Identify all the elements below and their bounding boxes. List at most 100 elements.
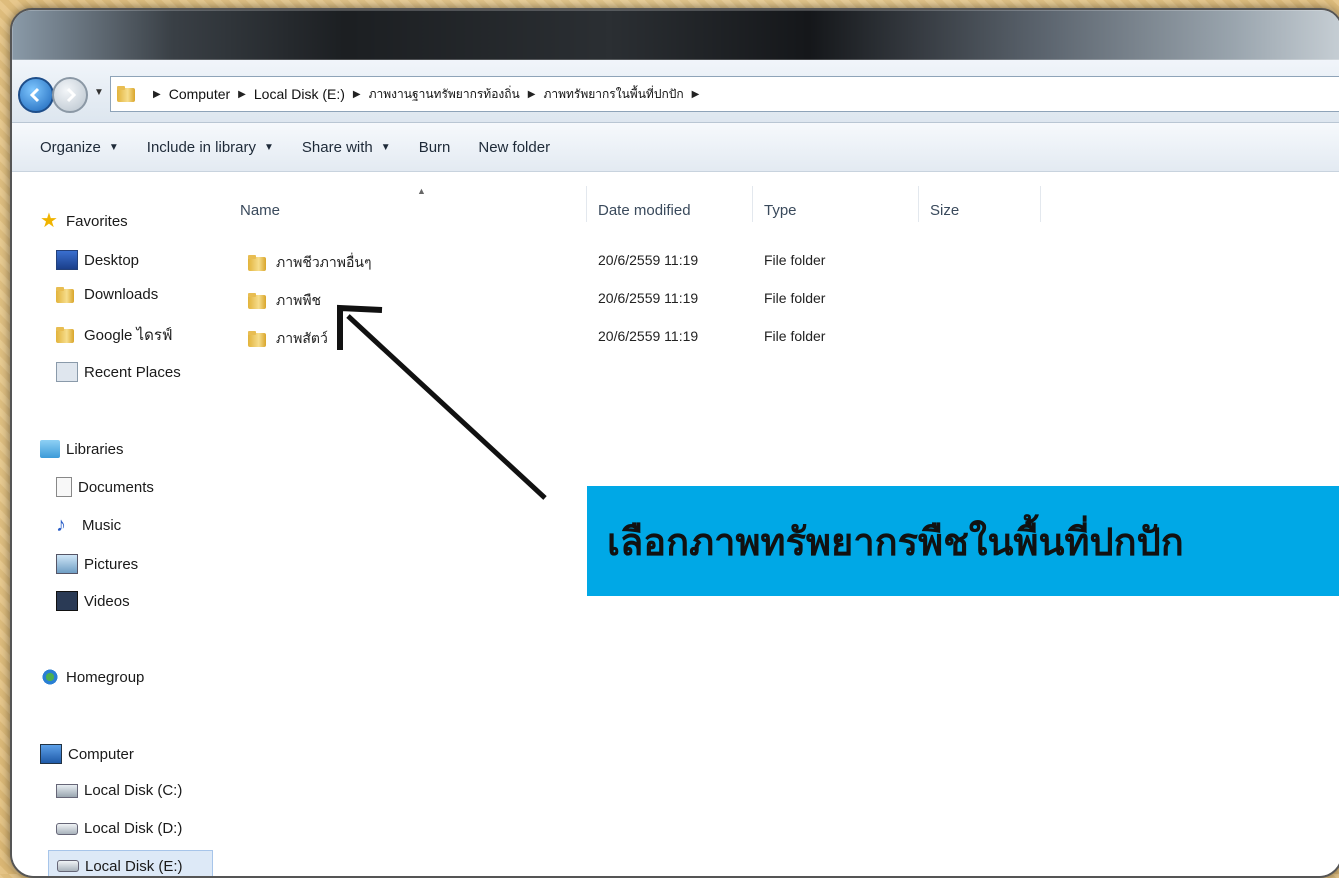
- nav-homegroup[interactable]: Homegroup: [40, 668, 144, 686]
- nav-documents[interactable]: Documents: [56, 477, 154, 497]
- system-drive-icon: [56, 783, 78, 798]
- nav-label: Homegroup: [66, 668, 145, 686]
- nav-pictures[interactable]: Pictures: [56, 554, 138, 574]
- column-divider[interactable]: [918, 186, 919, 222]
- nav-label: Local Disk (E:): [85, 857, 183, 875]
- dropdown-caret-icon: ▼: [108, 141, 119, 153]
- dropdown-caret-icon: ▼: [380, 141, 391, 153]
- breadcrumb-protected-area[interactable]: ภาพทรัพยากรในพื้นที่ปกปัก: [543, 85, 683, 104]
- nav-label: Pictures: [84, 555, 139, 573]
- breadcrumb-separator-icon[interactable]: ▶: [153, 89, 161, 100]
- breadcrumb-separator-icon[interactable]: ▶: [238, 89, 246, 100]
- nav-label: Local Disk (D:): [84, 820, 183, 837]
- folder-icon: [248, 331, 266, 347]
- drive-icon: [57, 860, 79, 872]
- nav-music[interactable]: ♪ Music: [56, 514, 122, 536]
- folder-icon: [117, 86, 135, 102]
- nav-label: Local Disk (C:): [84, 782, 183, 799]
- annotation-arrow-icon: [337, 304, 547, 500]
- burn-button[interactable]: Burn: [419, 139, 451, 156]
- drive-icon: [56, 822, 78, 835]
- folder-icon: [248, 255, 266, 271]
- column-header-type[interactable]: Type: [764, 202, 797, 219]
- nav-videos[interactable]: Videos: [56, 591, 130, 611]
- star-icon: ★: [40, 210, 58, 232]
- nav-label: Google ไดรฟ์: [84, 327, 173, 344]
- recent-places-icon: [56, 362, 78, 382]
- breadcrumb-separator-icon[interactable]: ▶: [528, 89, 536, 100]
- file-name: ภาพสัตว์: [276, 330, 328, 346]
- nav-favorites[interactable]: ★ Favorites: [40, 210, 128, 232]
- include-in-library-button[interactable]: Include in library ▼: [147, 139, 274, 156]
- nav-desktop[interactable]: Desktop: [56, 250, 139, 270]
- nav-label: Recent Places: [84, 363, 181, 381]
- annotation-callout: เลือกภาพทรัพยากรพืชในพื้นที่ปกปัก: [587, 486, 1339, 596]
- address-row: ▼ ▶ Computer ▶ Local Disk (E:) ▶ ภาพงานฐ…: [12, 60, 1339, 123]
- forward-button[interactable]: [52, 77, 88, 113]
- file-date: 20/6/2559 11:19: [598, 328, 699, 344]
- column-header-date-modified[interactable]: Date modified: [598, 202, 691, 219]
- new-folder-button[interactable]: New folder: [478, 139, 550, 156]
- folder-icon: [248, 293, 266, 309]
- breadcrumb-separator-icon[interactable]: ▶: [353, 89, 361, 100]
- file-row[interactable]: ภาพชีวภาพอื่นๆ 20/6/2559 11:19 File fold…: [222, 242, 1339, 278]
- breadcrumb-separator-icon[interactable]: ▶: [692, 89, 700, 100]
- nav-local-disk-d[interactable]: Local Disk (D:): [56, 820, 182, 837]
- nav-label: Computer: [68, 745, 134, 763]
- desktop-icon: [56, 250, 78, 270]
- share-label: Share with: [301, 138, 373, 156]
- command-bar: Organize ▼ Include in library ▼ Share with…: [12, 123, 1339, 172]
- downloads-folder-icon: [56, 286, 74, 303]
- back-arrow-icon: [29, 87, 40, 103]
- file-type: File folder: [764, 328, 826, 344]
- file-date: 20/6/2559 11:19: [598, 252, 699, 268]
- nav-label: Documents: [78, 478, 154, 496]
- breadcrumb-computer[interactable]: Computer: [169, 86, 230, 102]
- organize-button[interactable]: Organize ▼: [40, 139, 119, 156]
- computer-icon: [40, 744, 62, 764]
- column-divider[interactable]: [1040, 186, 1041, 222]
- file-date: 20/6/2559 11:19: [598, 290, 699, 306]
- documents-icon: [56, 477, 72, 497]
- file-type: File folder: [764, 290, 826, 306]
- column-divider[interactable]: [752, 186, 753, 222]
- column-header-name[interactable]: Name: [240, 202, 280, 219]
- file-name: ภาพพืช: [276, 292, 322, 308]
- nav-label: Libraries: [66, 440, 124, 458]
- column-divider[interactable]: [586, 186, 587, 222]
- nav-local-disk-c[interactable]: Local Disk (C:): [56, 782, 182, 799]
- breadcrumb-local-disk-e[interactable]: Local Disk (E:): [254, 86, 345, 102]
- nav-label: Favorites: [66, 212, 128, 230]
- organize-label: Organize: [40, 138, 101, 156]
- file-type: File folder: [764, 252, 826, 268]
- breadcrumb-local-resources[interactable]: ภาพงานฐานทรัพยากรท้องถิ่น: [369, 85, 520, 104]
- sort-ascending-icon: ▲: [417, 186, 426, 196]
- forward-arrow-icon: [66, 87, 77, 103]
- share-with-button[interactable]: Share with ▼: [302, 139, 391, 156]
- recent-pages-dropdown-icon[interactable]: ▼: [94, 87, 104, 98]
- column-header-size[interactable]: Size: [930, 202, 959, 219]
- navigation-pane: ★ Favorites Desktop Downloads Google ไดรฟ…: [12, 172, 222, 876]
- nav-label: Downloads: [84, 286, 159, 303]
- dropdown-caret-icon: ▼: [264, 141, 274, 153]
- explorer-window: ▼ ▶ Computer ▶ Local Disk (E:) ▶ ภาพงานฐ…: [10, 8, 1339, 878]
- pictures-icon: [56, 554, 78, 574]
- music-note-icon: ♪: [56, 514, 66, 536]
- nav-label: Desktop: [84, 251, 140, 269]
- nav-google-drive[interactable]: Google ไดรฟ์: [56, 323, 173, 347]
- address-bar[interactable]: ▶ Computer ▶ Local Disk (E:) ▶ ภาพงานฐาน…: [110, 76, 1339, 112]
- nav-label: Videos: [84, 592, 130, 610]
- title-bar[interactable]: [12, 10, 1339, 60]
- google-drive-icon: [56, 327, 74, 343]
- file-name: ภาพชีวภาพอื่นๆ: [276, 254, 372, 270]
- include-label: Include in library: [146, 138, 256, 156]
- nav-downloads[interactable]: Downloads: [56, 286, 158, 303]
- nav-label: Music: [82, 516, 122, 534]
- film-icon: [56, 591, 78, 611]
- nav-computer[interactable]: Computer: [40, 744, 134, 764]
- nav-recent-places[interactable]: Recent Places: [56, 362, 181, 382]
- homegroup-icon: [40, 668, 60, 686]
- libraries-icon: [40, 440, 60, 458]
- back-button[interactable]: [18, 77, 54, 113]
- nav-libraries[interactable]: Libraries: [40, 440, 124, 458]
